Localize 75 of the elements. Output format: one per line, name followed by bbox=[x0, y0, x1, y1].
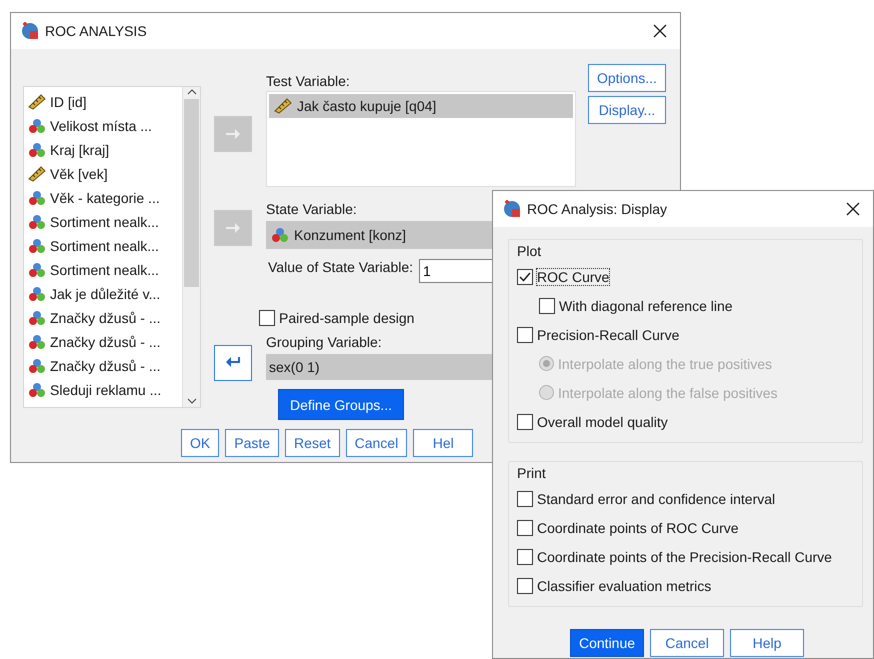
variable-item[interactable]: Sortiment nealk... bbox=[50, 214, 159, 230]
option-label: Coordinate points of ROC Curve bbox=[537, 520, 739, 536]
checkbox[interactable] bbox=[517, 268, 533, 284]
variable-item[interactable]: ID [id] bbox=[50, 94, 87, 110]
balls-icon bbox=[28, 310, 46, 326]
dialog-button[interactable]: Paste bbox=[225, 429, 280, 457]
dialog-button[interactable]: Cancel bbox=[346, 429, 408, 457]
selected-variable[interactable]: Konzument [konz] bbox=[294, 227, 406, 243]
checkbox[interactable] bbox=[517, 578, 533, 594]
field-label: Grouping Variable: bbox=[266, 334, 382, 352]
window-title: ROC ANALYSIS bbox=[45, 23, 148, 39]
checkbox[interactable] bbox=[539, 298, 555, 314]
scrollbar[interactable] bbox=[182, 87, 200, 407]
checkbox-label: Paired-sample design bbox=[279, 310, 414, 326]
dialog-button[interactable]: Reset bbox=[285, 429, 340, 457]
checkbox[interactable] bbox=[517, 490, 533, 506]
ruler-icon bbox=[274, 98, 292, 114]
arrow-right-icon bbox=[225, 128, 241, 140]
option-label: Standard error and confidence interval bbox=[537, 490, 776, 506]
field-label: Test Variable: bbox=[266, 73, 350, 91]
dialog-button[interactable]: Display... bbox=[588, 96, 666, 124]
field-label: Value of State Variable: bbox=[268, 259, 414, 277]
balls-icon bbox=[28, 334, 46, 350]
variable-item[interactable]: Sleduji reklamu ... bbox=[50, 382, 162, 398]
field-label: State Variable: bbox=[266, 201, 357, 219]
app-icon bbox=[21, 22, 39, 40]
balls-icon bbox=[28, 142, 46, 158]
option-label: With diagonal reference line bbox=[559, 298, 733, 314]
option-label: Classifier evaluation metrics bbox=[537, 578, 712, 594]
arrow-right-icon bbox=[225, 222, 241, 234]
check-icon bbox=[519, 272, 531, 282]
ruler-icon bbox=[28, 166, 46, 182]
variable-list[interactable] bbox=[23, 86, 201, 408]
dialog-button[interactable]: Cancel bbox=[650, 629, 724, 657]
option-label: ROC Curve bbox=[537, 268, 610, 284]
checkbox[interactable] bbox=[517, 414, 533, 430]
variable-item[interactable]: Značky džusů - ... bbox=[50, 310, 160, 326]
dialog-button[interactable]: Continue bbox=[570, 629, 644, 657]
balls-icon bbox=[271, 227, 289, 243]
window-title: ROC Analysis: Display bbox=[527, 201, 668, 217]
variable-item[interactable]: Sortiment nealk... bbox=[50, 238, 159, 254]
checkbox[interactable] bbox=[259, 310, 275, 326]
app-icon bbox=[503, 200, 521, 218]
balls-icon bbox=[28, 214, 46, 230]
option-label: Overall model quality bbox=[537, 414, 668, 430]
variable-item[interactable]: Věk - kategorie ... bbox=[50, 190, 160, 206]
variable-item[interactable]: Sortiment nealk... bbox=[50, 262, 159, 278]
ruler-icon bbox=[28, 94, 46, 110]
group-title: Print bbox=[517, 464, 547, 483]
balls-icon bbox=[28, 238, 46, 254]
checkbox[interactable] bbox=[517, 548, 533, 564]
dialog-button[interactable]: Options... bbox=[588, 64, 666, 92]
balls-icon bbox=[28, 286, 46, 302]
dialog-button[interactable]: OK bbox=[181, 429, 220, 457]
balls-icon bbox=[28, 190, 46, 206]
option-label: Precision-Recall Curve bbox=[537, 326, 680, 342]
variable-item[interactable]: Značky džusů - ... bbox=[50, 334, 160, 350]
balls-icon bbox=[28, 358, 46, 374]
dialog-button[interactable]: Hel bbox=[413, 429, 474, 457]
test-variable-box[interactable]: Jak často kupuje [q04] bbox=[266, 91, 576, 187]
option-label: Coordinate points of the Precision-Recall Curve bbox=[537, 548, 832, 564]
define-groups-button[interactable]: Define Groups... bbox=[278, 389, 404, 420]
dialog-button[interactable]: Help bbox=[730, 629, 804, 657]
checkbox[interactable] bbox=[517, 520, 533, 536]
move-back-button[interactable] bbox=[214, 345, 252, 381]
balls-icon bbox=[28, 118, 46, 134]
variable-item[interactable]: Věk [vek] bbox=[50, 166, 108, 182]
variable-item[interactable]: Značky džusů - ... bbox=[50, 358, 160, 374]
variable-item[interactable]: Velikost místa ... bbox=[50, 118, 152, 134]
checkbox[interactable] bbox=[517, 326, 533, 342]
variable-item[interactable]: Kraj [kraj] bbox=[50, 142, 110, 158]
variable-item[interactable]: Jak je důležité v... bbox=[50, 286, 160, 302]
balls-icon bbox=[28, 262, 46, 278]
balls-icon bbox=[28, 382, 46, 398]
option-label: Interpolate along the false positives bbox=[558, 384, 778, 400]
